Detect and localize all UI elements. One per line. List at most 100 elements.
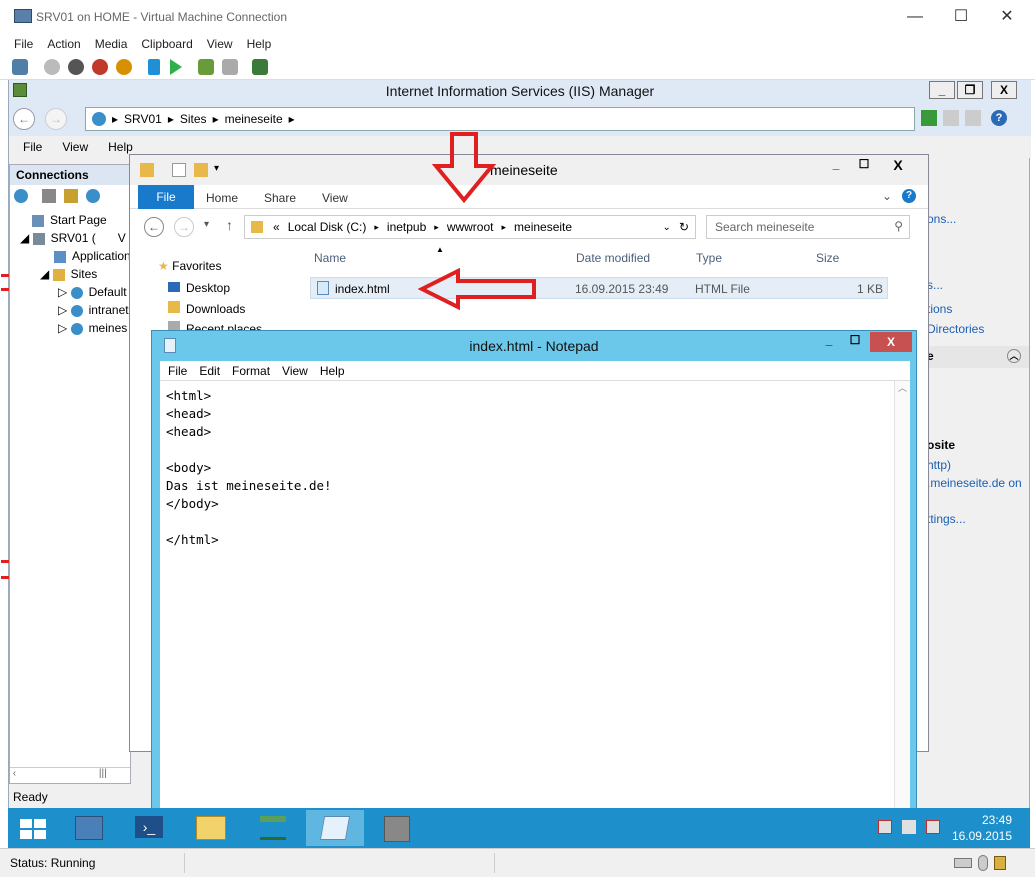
- stop-icon[interactable]: [943, 110, 959, 126]
- ribbon-expand-icon[interactable]: ⌄: [882, 189, 892, 203]
- taskbar-notepad[interactable]: [306, 810, 364, 846]
- iis-minimize-button[interactable]: _: [929, 81, 955, 99]
- notepad-menu-view[interactable]: View: [282, 364, 308, 378]
- breadcrumb-srv01[interactable]: SRV01: [124, 112, 162, 126]
- power-icon[interactable]: [116, 58, 132, 75]
- resume-icon[interactable]: [170, 58, 182, 75]
- properties-icon[interactable]: [172, 163, 186, 177]
- action-link[interactable]: ttings...: [927, 512, 966, 526]
- vm-menu-help[interactable]: Help: [247, 37, 272, 51]
- iis-menu-help[interactable]: Help: [108, 140, 133, 154]
- path-refresh-icon[interactable]: ↻: [679, 220, 689, 234]
- tree-item-start-page[interactable]: Start Page: [32, 213, 107, 227]
- maximize-button[interactable]: ☐: [938, 4, 984, 30]
- collapse-icon[interactable]: ︿: [1007, 349, 1021, 363]
- nav-desktop[interactable]: Desktop: [168, 281, 230, 295]
- revert-icon[interactable]: [222, 58, 238, 75]
- network-tray-icon[interactable]: [902, 820, 916, 834]
- notepad-menu-file[interactable]: File: [168, 364, 187, 378]
- quick-access-dropdown-icon[interactable]: ▾: [214, 163, 219, 174]
- ribbon-tab-file[interactable]: File: [138, 185, 194, 209]
- save-icon[interactable]: [42, 189, 56, 203]
- col-name[interactable]: Name: [314, 251, 346, 265]
- taskbar-server-manager[interactable]: [60, 810, 118, 846]
- iis-restore-button[interactable]: ❐: [957, 81, 983, 99]
- tree-item-meineseite[interactable]: ▷ meines: [58, 321, 127, 335]
- action-link[interactable]: tions: [927, 302, 952, 316]
- iis-address-bar[interactable]: ▸ SRV01 ▸ Sites ▸ meineseite ▸: [85, 107, 915, 131]
- path-local-disk[interactable]: Local Disk (C:): [288, 220, 367, 234]
- action-link[interactable]: s...: [927, 278, 943, 292]
- iis-menu-file[interactable]: File: [23, 140, 42, 154]
- pause-icon[interactable]: [148, 58, 160, 75]
- explorer-close-button[interactable]: X: [878, 157, 918, 177]
- path-overflow[interactable]: «: [273, 220, 280, 234]
- vm-menu-media[interactable]: Media: [95, 37, 128, 51]
- recent-dropdown-icon[interactable]: ▾: [204, 219, 209, 230]
- new-folder-icon[interactable]: [194, 163, 208, 177]
- notepad-maximize-button[interactable]: ☐: [842, 333, 868, 353]
- ribbon-tab-home[interactable]: Home: [206, 191, 238, 205]
- file-row-index-html[interactable]: index.html 16.09.2015 23:49 HTML File 1 …: [310, 277, 888, 299]
- taskbar-powershell[interactable]: ›_: [120, 810, 178, 846]
- path-inetpub[interactable]: inetpub: [387, 220, 426, 234]
- disconnect-icon[interactable]: [86, 189, 100, 203]
- nav-favorites[interactable]: ★ Favorites: [158, 259, 221, 273]
- ribbon-tab-view[interactable]: View: [322, 191, 348, 205]
- help-icon[interactable]: ?: [991, 110, 1007, 126]
- ctrl-alt-del-icon[interactable]: [12, 58, 28, 75]
- up-arrow-icon[interactable]: ↑: [226, 217, 233, 233]
- forward-arrow-icon[interactable]: →: [174, 217, 194, 237]
- nav-downloads[interactable]: Downloads: [168, 301, 245, 316]
- flag-error-icon[interactable]: [878, 820, 892, 834]
- connect-icon[interactable]: [14, 189, 28, 203]
- start-button[interactable]: [8, 810, 56, 846]
- action-link[interactable]: Directories: [927, 322, 984, 336]
- action-link[interactable]: .meineseite.de on: [927, 476, 1022, 490]
- minimize-button[interactable]: —: [892, 4, 938, 30]
- col-date-modified[interactable]: Date modified: [576, 251, 650, 265]
- taskbar-iis-manager[interactable]: [368, 810, 426, 846]
- col-size[interactable]: Size: [816, 251, 839, 265]
- forward-button[interactable]: →: [45, 108, 67, 130]
- volume-muted-icon[interactable]: [926, 820, 940, 834]
- notepad-vertical-scrollbar[interactable]: ︿: [894, 381, 910, 811]
- action-link[interactable]: ons...: [927, 212, 956, 226]
- explorer-search-input[interactable]: Search meineseite ⚲: [706, 215, 910, 239]
- tree-item-srv01[interactable]: ◢ SRV01 (V: [20, 231, 126, 245]
- vm-menu-clipboard[interactable]: Clipboard: [141, 37, 192, 51]
- notepad-text-area[interactable]: <html> <head> <head> <body> Das ist mein…: [160, 381, 910, 811]
- iis-menu-view[interactable]: View: [62, 140, 88, 154]
- horizontal-scrollbar[interactable]: ‹ |||: [10, 767, 130, 783]
- vm-menu-file[interactable]: File: [14, 37, 33, 51]
- explorer-maximize-button[interactable]: ☐: [850, 157, 878, 177]
- path-dropdown-icon[interactable]: ⌄: [663, 222, 671, 233]
- back-arrow-icon[interactable]: ←: [144, 217, 164, 237]
- checkpoint-icon[interactable]: [198, 58, 214, 75]
- taskbar-file-explorer[interactable]: [182, 810, 240, 846]
- notepad-menu-format[interactable]: Format: [232, 364, 270, 378]
- tree-item-default-site[interactable]: ▷ Default: [58, 285, 127, 299]
- refresh-icon[interactable]: [921, 110, 937, 126]
- vm-menu-action[interactable]: Action: [47, 37, 80, 51]
- path-wwwroot[interactable]: wwwroot: [447, 220, 494, 234]
- tree-item-application-pools[interactable]: Application: [54, 249, 131, 263]
- taskbar-network[interactable]: [244, 810, 302, 846]
- explorer-path-field[interactable]: « Local Disk (C:) ▸ inetpub ▸ wwwroot ▸ …: [244, 215, 696, 239]
- back-button[interactable]: ←: [13, 108, 35, 130]
- taskbar-clock[interactable]: 23:49 16.09.2015: [952, 812, 1012, 844]
- col-type[interactable]: Type: [696, 251, 722, 265]
- enhanced-session-icon[interactable]: [252, 58, 268, 75]
- notepad-menu-edit[interactable]: Edit: [199, 364, 220, 378]
- path-meineseite[interactable]: meineseite: [514, 220, 572, 234]
- start-icon[interactable]: [44, 58, 60, 75]
- up-icon[interactable]: [64, 189, 78, 203]
- scroll-up-icon[interactable]: ︿: [895, 381, 910, 397]
- breadcrumb-sites[interactable]: Sites: [180, 112, 207, 126]
- explorer-minimize-button[interactable]: _: [822, 157, 850, 177]
- home-icon[interactable]: [965, 110, 981, 126]
- ribbon-tab-share[interactable]: Share: [264, 191, 296, 205]
- notepad-close-button[interactable]: X: [870, 332, 912, 352]
- action-link[interactable]: http): [927, 458, 951, 472]
- close-button[interactable]: ✕: [984, 4, 1030, 30]
